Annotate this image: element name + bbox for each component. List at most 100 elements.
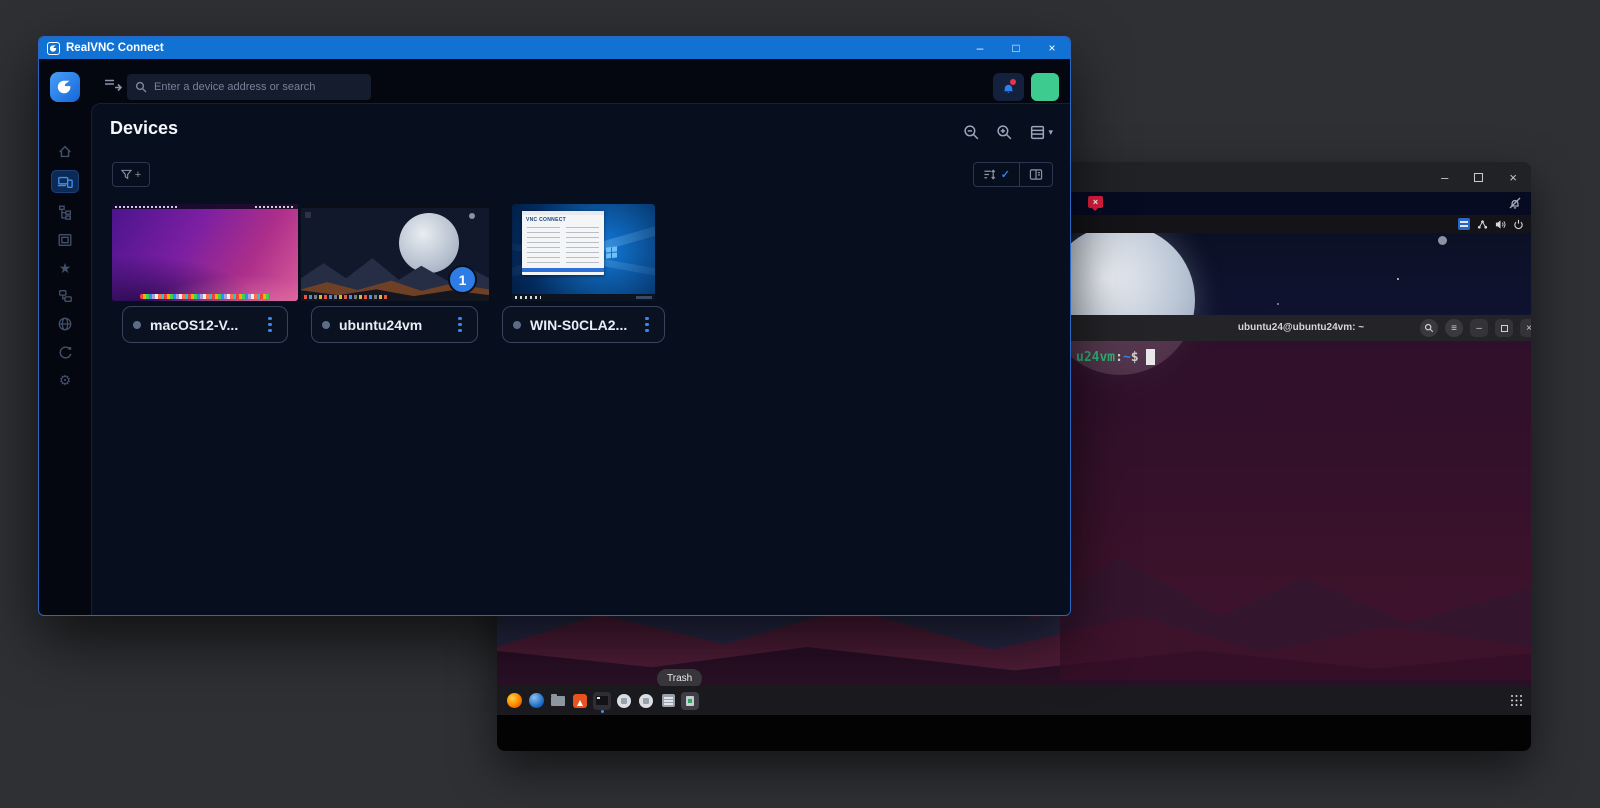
table-view-icon: [1031, 125, 1045, 140]
prompt-colon: :: [1115, 350, 1123, 365]
search-icon: [135, 81, 147, 93]
plus-icon: +: [134, 168, 142, 181]
device-card-windows[interactable]: WIN-S0CLA2...: [502, 306, 665, 343]
sidebar-item-devices[interactable]: [52, 171, 78, 192]
vnc-server-dialog: VNC CONNECT: [522, 211, 604, 275]
thumb-dock: [304, 295, 387, 299]
terminal-search-button[interactable]: [1420, 319, 1438, 337]
window-minimize-button[interactable]: –: [962, 37, 998, 59]
account-avatar[interactable]: [1031, 73, 1059, 101]
app-titlebar[interactable]: RealVNC Connect – □ ×: [39, 37, 1070, 59]
circle-app-icon-1[interactable]: [615, 692, 633, 710]
device-name: WIN-S0CLA2...: [530, 316, 628, 333]
files-icon[interactable]: [549, 692, 567, 710]
prompt-symbol: $: [1130, 350, 1139, 365]
small-planet: [1438, 236, 1447, 245]
device-card-macos[interactable]: macOS12-V...: [122, 306, 288, 343]
search-input[interactable]: [154, 81, 363, 93]
sidebar-item-hierarchy[interactable]: [52, 203, 78, 220]
device-name: ubuntu24vm: [339, 316, 423, 333]
ubuntu-dock: [497, 686, 1531, 715]
device-menu-button[interactable]: [453, 316, 467, 333]
app-sidebar: ★ ⚙: [39, 59, 91, 615]
firefox-icon[interactable]: [505, 692, 523, 710]
device-menu-button[interactable]: [263, 316, 277, 333]
thunderbird-icon[interactable]: [527, 692, 545, 710]
circle-app-icon-2[interactable]: [637, 692, 655, 710]
device-thumbnail-windows[interactable]: VNC CONNECT: [512, 204, 655, 301]
sidebar-item-settings[interactable]: ⚙: [52, 371, 78, 388]
viewer-maximize-button[interactable]: [1474, 172, 1484, 182]
add-filter-button[interactable]: +: [112, 162, 150, 187]
terminal-titlebar[interactable]: ubuntu24@ubuntu24vm: ~ ≡ – ×: [1060, 315, 1531, 341]
sidebar-item-favorites[interactable]: ★: [52, 259, 78, 276]
terminal-body[interactable]: u24vm:~$: [1060, 341, 1531, 680]
device-thumbnail-macos[interactable]: [112, 204, 298, 301]
prompt-host: u24vm: [1076, 350, 1116, 365]
collapse-sidebar-icon[interactable]: [103, 79, 123, 95]
thumb-planet: [469, 213, 475, 219]
volume-icon[interactable]: [1495, 219, 1506, 230]
network-icon[interactable]: [1477, 219, 1488, 230]
viewer-minimize-button[interactable]: –: [1441, 171, 1448, 184]
sort-icon: [984, 169, 996, 180]
vnc-dialog-title: VNC CONNECT: [526, 217, 566, 223]
zoom-out-icon[interactable]: [963, 124, 980, 141]
filter-icon: [120, 169, 132, 180]
realvnc-sidebar-logo[interactable]: [50, 72, 80, 102]
page-title: Devices: [110, 118, 179, 138]
macos-menubar: [112, 204, 298, 209]
terminal-close-button[interactable]: ×: [1520, 319, 1531, 337]
sidebar-item-sync[interactable]: [52, 343, 78, 360]
prompt-path: ~: [1122, 350, 1131, 365]
trash-icon[interactable]: [681, 691, 699, 710]
show-apps-icon[interactable]: [1511, 695, 1523, 707]
windows-taskbar: [512, 294, 655, 301]
notification-dot: [1010, 79, 1016, 85]
thumb-moon: [398, 212, 459, 273]
sidebar-item-deployment[interactable]: [52, 287, 78, 304]
notifications-muted-icon[interactable]: [1507, 195, 1523, 211]
device-thumbnail-ubuntu[interactable]: 1: [301, 204, 489, 301]
sidebar-item-home[interactable]: [52, 143, 78, 160]
card-view-icon: [1029, 169, 1043, 180]
chevron-down-icon: ▾: [1048, 127, 1053, 137]
notifications-button[interactable]: [993, 73, 1024, 101]
device-name: macOS12-V...: [150, 316, 239, 333]
table-view-button[interactable]: ▾: [1029, 124, 1053, 141]
device-search[interactable]: [127, 74, 371, 100]
sidebar-item-web[interactable]: [52, 315, 78, 332]
status-dot: [513, 320, 521, 329]
terminal-minimize-button[interactable]: –: [1470, 319, 1488, 337]
sidebar-item-screens[interactable]: [52, 231, 78, 248]
devices-panel: Devices ▾ + ✓ 1 VNC CONNECT macOS12-V...…: [91, 103, 1070, 615]
device-menu-button[interactable]: [640, 316, 654, 333]
disconnect-alert-icon[interactable]: ×: [1088, 196, 1103, 211]
sort-button[interactable]: ✓: [974, 163, 1019, 186]
zoom-in-icon[interactable]: [996, 124, 1013, 141]
terminal-dock-icon[interactable]: [593, 691, 611, 713]
terminal-window[interactable]: ubuntu24@ubuntu24vm: ~ ≡ – × u24vm:~$: [1060, 315, 1531, 680]
terminal-maximize-button[interactable]: [1495, 319, 1513, 337]
window-title: RealVNC Connect: [66, 42, 164, 54]
software-store-icon[interactable]: [571, 692, 589, 710]
keyboard-layout-icon[interactable]: [1458, 218, 1470, 230]
power-icon[interactable]: [1513, 219, 1524, 230]
window-close-button[interactable]: ×: [1034, 37, 1070, 59]
terminal-menu-button[interactable]: ≡: [1445, 319, 1463, 337]
card-view-button[interactable]: [1019, 163, 1052, 186]
thumb-desktop-icon: [305, 212, 311, 218]
realvnc-connect-window: RealVNC Connect – □ × ★ ⚙ Enter a device…: [38, 36, 1071, 616]
windows-logo: [606, 246, 618, 259]
status-dot: [133, 320, 141, 329]
thumb-topbar: [301, 204, 489, 208]
check-icon: ✓: [1000, 169, 1010, 181]
realvnc-logo-icon: [47, 41, 60, 55]
window-maximize-button[interactable]: □: [998, 37, 1034, 59]
viewer-letterbox: [497, 715, 1531, 751]
view-options-group: ✓: [972, 162, 1053, 187]
device-card-ubuntu[interactable]: ubuntu24vm: [311, 306, 478, 343]
software-icon[interactable]: [659, 692, 677, 710]
viewer-close-button[interactable]: ×: [1509, 171, 1517, 184]
trash-tooltip: Trash: [657, 669, 703, 686]
